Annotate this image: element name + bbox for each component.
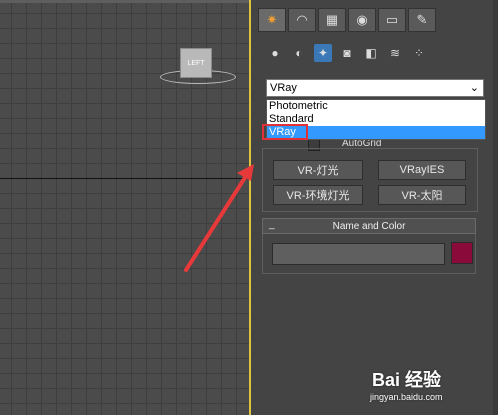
- display-tab-icon[interactable]: ▭: [378, 8, 406, 32]
- vr-sun-button[interactable]: VR-太阳: [378, 185, 466, 205]
- object-color-swatch[interactable]: [451, 242, 473, 264]
- left-viewport[interactable]: LEFT: [0, 0, 251, 415]
- viewport-top-edge: [0, 0, 249, 3]
- chevron-down-icon[interactable]: ⌄: [470, 81, 479, 94]
- hierarchy-tab-icon[interactable]: ▦: [318, 8, 346, 32]
- create-tab-icon[interactable]: ✷: [258, 8, 286, 32]
- utilities-tab-icon[interactable]: ✎: [408, 8, 436, 32]
- modify-tab-icon[interactable]: ◠: [288, 8, 316, 32]
- geometry-icon[interactable]: ●: [266, 44, 284, 62]
- combo-value: VRay: [270, 82, 297, 94]
- vr-light-button[interactable]: VR-灯光: [273, 160, 363, 180]
- shapes-icon[interactable]: ◐: [290, 44, 308, 62]
- name-and-color-rollout-header[interactable]: _ Name and Color: [262, 218, 476, 234]
- helpers-icon[interactable]: ◧: [362, 44, 380, 62]
- systems-icon[interactable]: ⁘: [410, 44, 428, 62]
- baidu-watermark-logo: Bai 经验: [372, 370, 442, 390]
- command-panel-tabs: ✷ ◠ ▦ ◉ ▭ ✎: [258, 8, 436, 32]
- vr-ambient-light-button[interactable]: VR-环境灯光: [273, 185, 363, 205]
- rollout-title: Name and Color: [332, 221, 406, 232]
- object-name-input[interactable]: [272, 243, 445, 265]
- option-photometric[interactable]: Photometric: [267, 100, 485, 113]
- lights-icon[interactable]: ✦: [314, 44, 332, 62]
- annotation-highlight-box: [262, 124, 308, 140]
- light-type-combo[interactable]: VRay ⌄: [266, 79, 484, 97]
- baidu-watermark-url: jingyan.baidu.com: [370, 392, 443, 402]
- viewcube[interactable]: LEFT: [180, 48, 212, 78]
- spacewarps-icon[interactable]: ≋: [386, 44, 404, 62]
- cameras-icon[interactable]: ◙: [338, 44, 356, 62]
- horizon-line: [0, 178, 249, 179]
- create-subcategories: ● ◐ ✦ ◙ ◧ ≋ ⁘: [266, 44, 428, 62]
- vrayies-button[interactable]: VRayIES: [378, 160, 466, 180]
- panel-scroll-edge[interactable]: [493, 0, 498, 415]
- motion-tab-icon[interactable]: ◉: [348, 8, 376, 32]
